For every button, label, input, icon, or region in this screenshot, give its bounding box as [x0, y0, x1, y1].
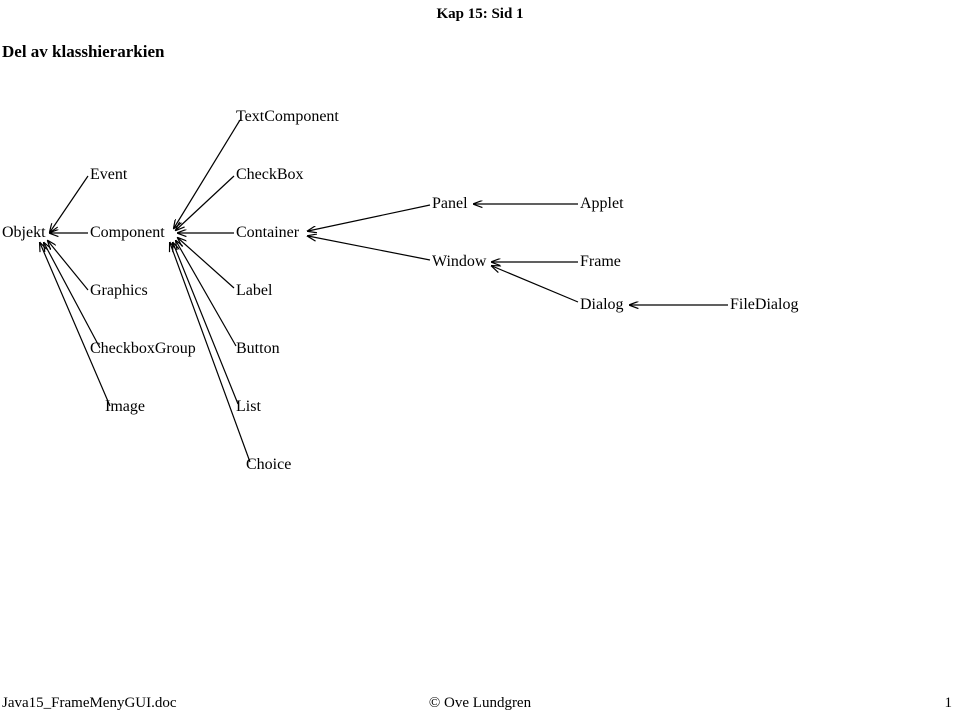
node-dialog: Dialog	[580, 296, 624, 314]
node-panel: Panel	[432, 195, 468, 213]
node-objekt: Objekt	[2, 224, 46, 242]
node-list: List	[236, 398, 261, 416]
node-choice: Choice	[246, 456, 291, 474]
node-image: Image	[105, 398, 145, 416]
node-graphics: Graphics	[90, 282, 148, 300]
page-header: Kap 15: Sid 1	[0, 6, 960, 23]
node-window: Window	[432, 253, 486, 271]
node-checkbox: CheckBox	[236, 166, 304, 184]
section-heading: Del av klasshierarkien	[2, 42, 164, 62]
hierarchy-arrows	[0, 0, 960, 718]
node-button: Button	[236, 340, 280, 358]
node-checkboxgroup: CheckboxGroup	[90, 340, 196, 358]
node-event: Event	[90, 166, 127, 184]
node-applet: Applet	[580, 195, 624, 213]
node-textcomponent: TextComponent	[236, 108, 339, 126]
node-filedialog: FileDialog	[730, 296, 798, 314]
footer-page: 1	[945, 695, 953, 712]
node-component: Component	[90, 224, 165, 242]
node-container: Container	[236, 224, 299, 242]
footer-copyright: © Ove Lundgren	[0, 695, 960, 712]
node-label: Label	[236, 282, 272, 300]
node-frame: Frame	[580, 253, 621, 271]
